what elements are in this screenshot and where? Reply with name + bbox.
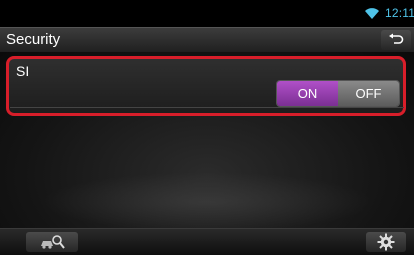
si-toggle: ON OFF — [277, 81, 399, 106]
title-bar: Security — [0, 27, 414, 53]
gear-icon — [377, 233, 395, 251]
bottom-bar — [0, 228, 414, 255]
page-title: Security — [6, 31, 61, 48]
off-button[interactable]: OFF — [338, 81, 399, 106]
divider — [10, 107, 404, 108]
settings-button[interactable] — [366, 232, 406, 252]
wifi-icon — [365, 8, 379, 19]
background-glow — [40, 172, 374, 232]
search-vehicle-button[interactable] — [26, 232, 78, 252]
on-button[interactable]: ON — [277, 81, 338, 106]
clock: 12:11 — [385, 6, 414, 20]
search-vehicle-icon — [41, 235, 65, 249]
back-button[interactable] — [381, 30, 411, 50]
status-bar: 12:11 — [0, 0, 414, 26]
setting-label: SI — [16, 63, 30, 79]
back-arrow-icon — [389, 33, 404, 44]
